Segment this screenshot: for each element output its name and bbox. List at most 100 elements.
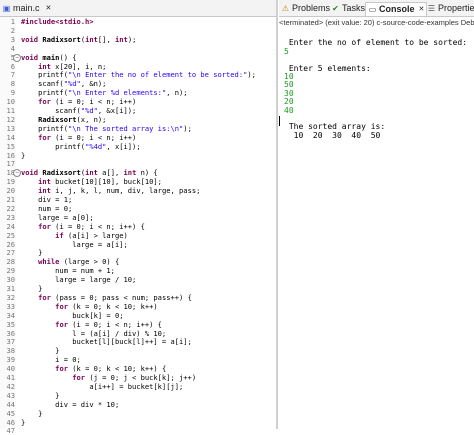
console-input-line: 40: [284, 105, 294, 115]
editor-tab-main-c[interactable]: ▣ main.c ✕: [2, 2, 52, 15]
line-number: 45: [6, 408, 15, 418]
console-icon: ▭: [368, 5, 377, 14]
line-number: 14: [6, 132, 15, 142]
code-text: printf("\n Enter %d elements:", n);: [21, 88, 188, 98]
line-number: 17: [6, 159, 15, 169]
code-text: void Radixsort(int a[], int n) {: [21, 168, 158, 178]
line-number: 28: [6, 257, 15, 267]
tasks-icon: ✔: [332, 4, 339, 13]
tab-tasks-label: Tasks: [342, 3, 366, 13]
fold-toggle-icon[interactable]: −: [13, 53, 21, 62]
line-number: 31: [6, 284, 15, 293]
line-number: 23: [6, 212, 15, 222]
code-text: div = div * 10;: [21, 399, 120, 409]
code-text: for (i = 0; i < n; i++): [38, 97, 137, 107]
close-icon[interactable]: ✕: [419, 3, 425, 16]
line-number: 47: [6, 426, 15, 435]
code-editor[interactable]: 1 #include<stdio.h> 2 3 void Radixsort(int[]…: [0, 17, 275, 435]
code-text: scanf("%d", &x[i]);: [21, 106, 137, 115]
code-text: printf("\n The sorted array is:\n");: [21, 123, 192, 133]
properties-icon: ☰: [427, 4, 436, 13]
line-number: 40: [6, 364, 15, 374]
code-text: for (i = 0; i < n; i++): [38, 132, 137, 142]
line-number: 36: [6, 328, 15, 338]
code-text: while (large > 0) {: [38, 257, 120, 267]
line-number: 33: [6, 301, 15, 311]
line-number: 34: [6, 310, 15, 320]
code-text: }: [21, 284, 43, 293]
line-number: 39: [6, 355, 15, 365]
code-text: l = (a[i] / div) % 10;: [21, 328, 167, 338]
line-number: 16: [6, 150, 15, 160]
code-text: large = a[0];: [21, 212, 94, 222]
tab-properties-label: Properties: [438, 3, 474, 13]
code-text: num = num + 1;: [21, 266, 115, 276]
code-text: void main() {: [21, 52, 77, 62]
code-text: buck[k] = 0;: [21, 310, 124, 320]
fold-toggle-icon[interactable]: −: [13, 169, 21, 178]
code-text: int i, j, k, l, num, div, large, pass;: [38, 186, 201, 196]
line-number: 8: [10, 79, 15, 89]
code-text: }: [21, 417, 26, 427]
code-text: for (k = 0; k < 10; k++) {: [55, 364, 167, 374]
line-number: 10: [6, 97, 15, 107]
code-text: }: [21, 150, 26, 160]
code-text: printf("\n Enter the no of element to be…: [21, 70, 256, 80]
close-icon[interactable]: ✕: [46, 2, 52, 15]
line-number: 27: [6, 248, 15, 258]
problems-icon: ⚠: [281, 4, 290, 13]
console-status-text: <terminated> (exit value: 20) c-source-c…: [279, 18, 474, 27]
line-number: 3: [10, 34, 15, 44]
line-number: 29: [6, 266, 15, 276]
line-number: 22: [6, 203, 15, 213]
line-number: 13: [6, 123, 15, 133]
line-number: 7: [10, 70, 15, 80]
tab-console[interactable]: ▭ Console ✕: [365, 2, 428, 16]
line-number: 25: [6, 230, 15, 240]
code-text: for (i = 0; i < n; i++) {: [38, 221, 145, 231]
line-number: 41: [6, 373, 15, 382]
code-text: }: [21, 408, 43, 418]
code-text: }: [21, 390, 60, 400]
line-number: 9: [10, 88, 15, 98]
console-tab-bar: ⚠ Problems ✔ Tasks ▭ Console ✕ ☰ Propert…: [279, 0, 474, 17]
code-text: a[i++] = bucket[k][j];: [21, 381, 184, 391]
editor-tab-label: main.c: [13, 3, 40, 13]
line-number: 21: [6, 195, 15, 204]
pane-separator[interactable]: [276, 0, 278, 429]
line-number: 24: [6, 221, 15, 231]
console-input-line: 5: [284, 46, 289, 56]
tab-tasks[interactable]: ✔ Tasks: [331, 2, 365, 15]
code-text: div = 1;: [21, 195, 73, 204]
line-number: 44: [6, 399, 15, 409]
console-output-line: 10 20 30 40 50: [284, 130, 381, 140]
code-text: printf("%4d", x[i]);: [21, 141, 141, 151]
line-number: 12: [6, 114, 15, 124]
tab-properties[interactable]: ☰ Properties: [427, 2, 474, 15]
text-cursor: [279, 116, 280, 126]
code-text: for (pass = 0; pass < num; pass++) {: [38, 292, 192, 302]
code-text: Radixsort(x, n);: [38, 114, 107, 124]
line-number: 19: [6, 177, 15, 187]
code-text: for (i = 0; i < n; i++) {: [55, 319, 162, 329]
code-text: #include<stdio.h>: [21, 17, 94, 26]
line-number: 20: [6, 186, 15, 196]
line-number: 2: [10, 25, 15, 35]
line-number: 42: [6, 381, 15, 391]
line-number: 15: [6, 141, 15, 151]
console-output-area[interactable]: [279, 17, 474, 429]
line-number: 43: [6, 390, 15, 400]
line-number: 37: [6, 337, 15, 347]
code-text: large = large / 10;: [21, 275, 137, 285]
code-text: bucket[l][buck[l]++] = a[i];: [21, 337, 192, 347]
code-text: }: [21, 248, 43, 258]
tab-problems[interactable]: ⚠ Problems: [281, 2, 330, 15]
console-output-line: Enter the no of element to be sorted:: [284, 38, 468, 48]
line-number: 32: [6, 292, 15, 302]
line-number: 1: [10, 17, 15, 26]
code-text: void Radixsort(int[], int);: [21, 34, 137, 44]
line-number: 6: [10, 61, 15, 71]
line-number: 11: [6, 106, 15, 115]
code-text: if (a[i] > large): [55, 230, 128, 240]
code-text: for (k = 0; k < 10; k++): [55, 301, 158, 311]
